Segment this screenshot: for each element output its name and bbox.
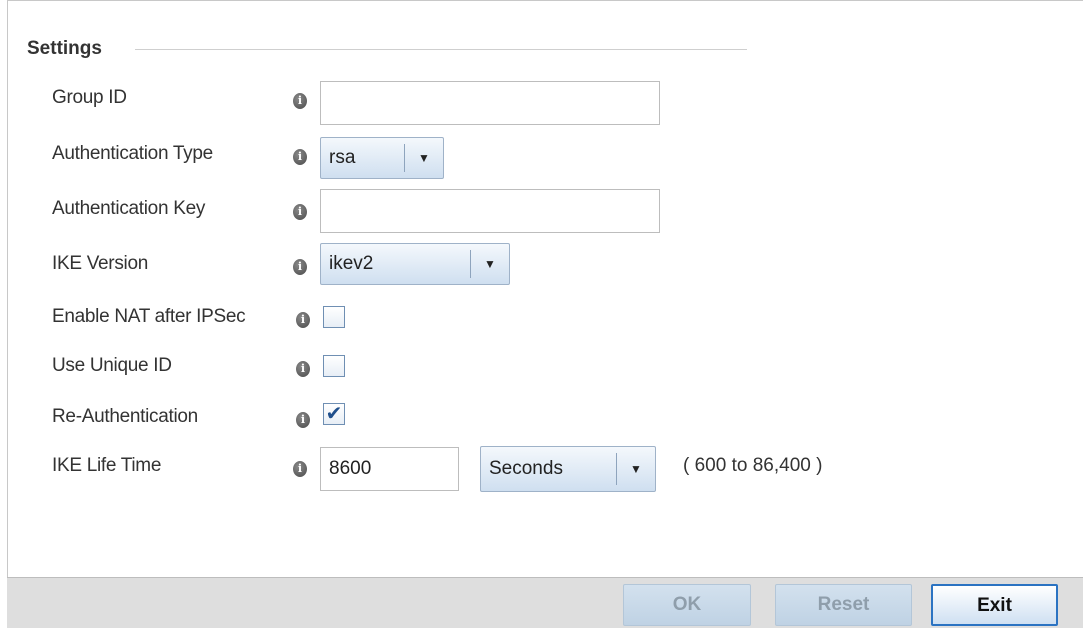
info-icon[interactable]: i (296, 361, 310, 377)
ike-life-time-range-hint: ( 600 to 86,400 ) (683, 455, 823, 476)
ike-life-time-unit-select[interactable]: Seconds ▼ (480, 446, 656, 492)
auth-key-label: Authentication Key (52, 198, 206, 219)
auth-key-input[interactable] (320, 189, 660, 233)
unique-id-label: Use Unique ID (52, 355, 172, 376)
unique-id-checkbox[interactable] (323, 355, 345, 377)
ike-version-value: ikev2 (329, 253, 374, 274)
ike-life-time-unit-value: Seconds (489, 458, 563, 479)
info-icon[interactable]: i (296, 412, 310, 428)
reset-button[interactable]: Reset (775, 584, 912, 626)
info-icon[interactable]: i (293, 149, 307, 165)
checkmark-icon: ✔ (325, 403, 343, 425)
dropdown-arrow-icon[interactable]: ▼ (405, 151, 443, 165)
info-icon[interactable]: i (296, 312, 310, 328)
auth-type-select[interactable]: rsa ▼ (320, 137, 444, 179)
info-icon[interactable]: i (293, 93, 307, 109)
ike-life-time-label: IKE Life Time (52, 455, 162, 476)
re-auth-label: Re-Authentication (52, 406, 198, 427)
ike-life-time-input[interactable] (320, 447, 459, 491)
nat-after-ipsec-checkbox[interactable] (323, 306, 345, 328)
info-icon[interactable]: i (293, 204, 307, 220)
ok-button[interactable]: OK (623, 584, 751, 626)
section-divider (135, 49, 747, 50)
ike-version-label: IKE Version (52, 253, 148, 274)
section-title: Settings (27, 38, 102, 59)
auth-type-value: rsa (329, 147, 356, 168)
footer-bar (7, 577, 1083, 628)
group-id-label: Group ID (52, 87, 127, 108)
exit-button[interactable]: Exit (931, 584, 1058, 626)
re-auth-checkbox[interactable]: ✔ (323, 403, 345, 425)
ike-version-select[interactable]: ikev2 ▼ (320, 243, 510, 285)
dropdown-arrow-icon[interactable]: ▼ (471, 257, 509, 271)
nat-after-ipsec-label: Enable NAT after IPSec (52, 306, 246, 327)
dropdown-arrow-icon[interactable]: ▼ (617, 462, 655, 476)
auth-type-label: Authentication Type (52, 143, 213, 164)
group-id-input[interactable] (320, 81, 660, 125)
info-icon[interactable]: i (293, 259, 307, 275)
info-icon[interactable]: i (293, 461, 307, 477)
